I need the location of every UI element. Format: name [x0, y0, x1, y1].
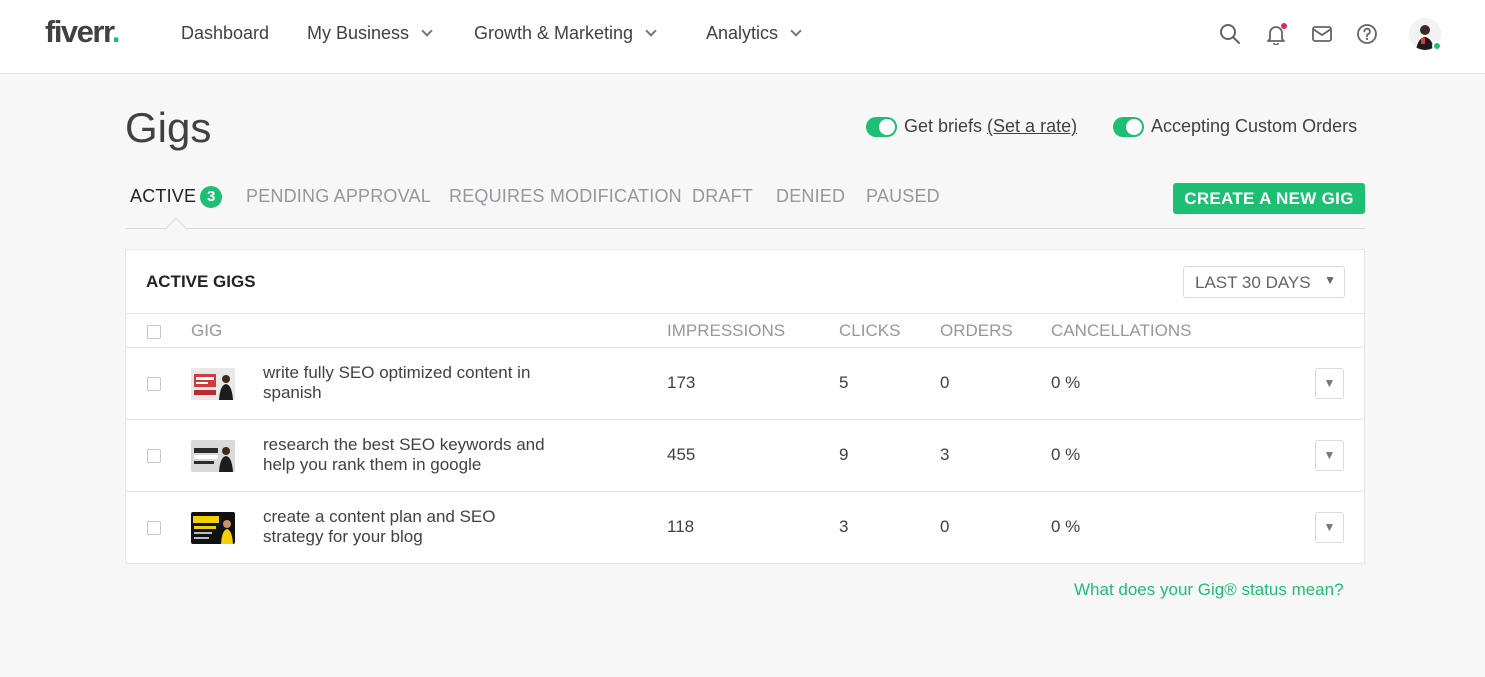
gig-status-help-link[interactable]: What does your Gig® status mean?: [1074, 580, 1344, 600]
column-orders[interactable]: ORDERS: [940, 321, 1013, 341]
caret-down-icon: ▼: [1324, 273, 1336, 287]
table-row: create a content plan and SEO strategy f…: [126, 492, 1364, 564]
clicks-value: 5: [839, 373, 849, 392]
table-row: write fully SEO optimized content in spa…: [126, 348, 1364, 420]
clicks-value: 3: [839, 517, 849, 536]
top-navbar: fiverr. Dashboard My Business Growth & M…: [0, 0, 1485, 74]
gig-title-link[interactable]: write fully SEO optimized content in spa…: [263, 363, 553, 403]
row-checkbox[interactable]: [147, 521, 161, 535]
tab-denied[interactable]: DENIED: [776, 186, 845, 207]
impressions-value: 455: [667, 445, 696, 464]
row-checkbox[interactable]: [147, 377, 161, 391]
caret-down-icon: ▼: [1323, 520, 1336, 534]
bell-icon[interactable]: [1264, 22, 1288, 46]
page-title: Gigs: [125, 104, 212, 151]
orders-value: 0: [940, 373, 950, 392]
chevron-down-icon: [790, 25, 802, 37]
column-cancellations[interactable]: CANCELLATIONS: [1051, 321, 1191, 341]
cancellations-value: 0 %: [1051, 517, 1081, 536]
active-tab-indicator: [164, 217, 188, 241]
tab-requires-modification[interactable]: REQUIRES MODIFICATION: [449, 186, 682, 207]
column-impressions[interactable]: IMPRESSIONS: [667, 321, 785, 341]
tab-draft[interactable]: DRAFT: [692, 186, 753, 207]
date-range-select[interactable]: LAST 30 DAYS ▼: [1183, 266, 1345, 298]
set-rate-link[interactable]: (Set a rate): [987, 116, 1077, 136]
orders-value: 0: [940, 517, 950, 536]
row-actions-dropdown[interactable]: ▼: [1315, 440, 1344, 471]
chevron-down-icon: [421, 25, 433, 37]
cancellations-value: 0 %: [1051, 445, 1081, 464]
custom-orders-label: Accepting Custom Orders: [1151, 116, 1358, 136]
custom-orders-toggle[interactable]: [1113, 117, 1144, 137]
nav-my-business[interactable]: My Business: [307, 23, 433, 44]
nav-analytics[interactable]: Analytics: [706, 23, 802, 44]
create-new-gig-button[interactable]: CREATE A NEW GIG: [1173, 183, 1365, 214]
row-actions-dropdown[interactable]: ▼: [1315, 368, 1344, 399]
get-briefs-toggle[interactable]: [866, 117, 897, 137]
help-icon[interactable]: [1355, 22, 1379, 46]
nav-growth-marketing[interactable]: Growth & Marketing: [474, 23, 657, 44]
panel-title: ACTIVE GIGS: [146, 272, 256, 291]
tab-paused[interactable]: PAUSED: [866, 186, 940, 207]
tab-active[interactable]: ACTIVE 3: [130, 186, 223, 208]
search-icon[interactable]: [1218, 22, 1242, 46]
gig-title-link[interactable]: research the best SEO keywords and help …: [263, 435, 553, 475]
caret-down-icon: ▼: [1323, 376, 1336, 390]
impressions-value: 173: [667, 373, 696, 392]
table-header: GIG IMPRESSIONS CLICKS ORDERS CANCELLATI…: [126, 313, 1364, 348]
select-all-checkbox[interactable]: [147, 325, 161, 339]
column-clicks[interactable]: CLICKS: [839, 321, 900, 341]
row-actions-dropdown[interactable]: ▼: [1315, 512, 1344, 543]
fiverr-logo[interactable]: fiverr.: [45, 14, 120, 50]
clicks-value: 9: [839, 445, 849, 464]
active-gigs-panel: ACTIVE GIGS LAST 30 DAYS ▼ GIG IMPRESSIO…: [125, 249, 1365, 564]
table-row: research the best SEO keywords and help …: [126, 420, 1364, 492]
gig-title-link[interactable]: create a content plan and SEO strategy f…: [263, 507, 553, 547]
gig-thumbnail[interactable]: [191, 440, 235, 472]
orders-value: 3: [940, 445, 950, 464]
active-count-badge: 3: [200, 186, 223, 208]
column-gig: GIG: [191, 321, 223, 340]
caret-down-icon: ▼: [1323, 448, 1336, 462]
impressions-value: 118: [667, 517, 695, 536]
gig-thumbnail[interactable]: [191, 512, 235, 544]
gig-thumbnail[interactable]: [191, 368, 235, 400]
tab-pending-approval[interactable]: PENDING APPROVAL: [246, 186, 431, 207]
cancellations-value: 0 %: [1051, 373, 1081, 392]
notification-dot: [1281, 23, 1287, 29]
get-briefs-label: Get briefs (Set a rate): [904, 116, 1078, 136]
date-range-value: LAST 30 DAYS: [1195, 273, 1311, 292]
mail-icon[interactable]: [1310, 22, 1334, 46]
online-status-dot: [1432, 41, 1442, 51]
nav-dashboard[interactable]: Dashboard: [181, 23, 269, 44]
chevron-down-icon: [645, 25, 657, 37]
row-checkbox[interactable]: [147, 449, 161, 463]
